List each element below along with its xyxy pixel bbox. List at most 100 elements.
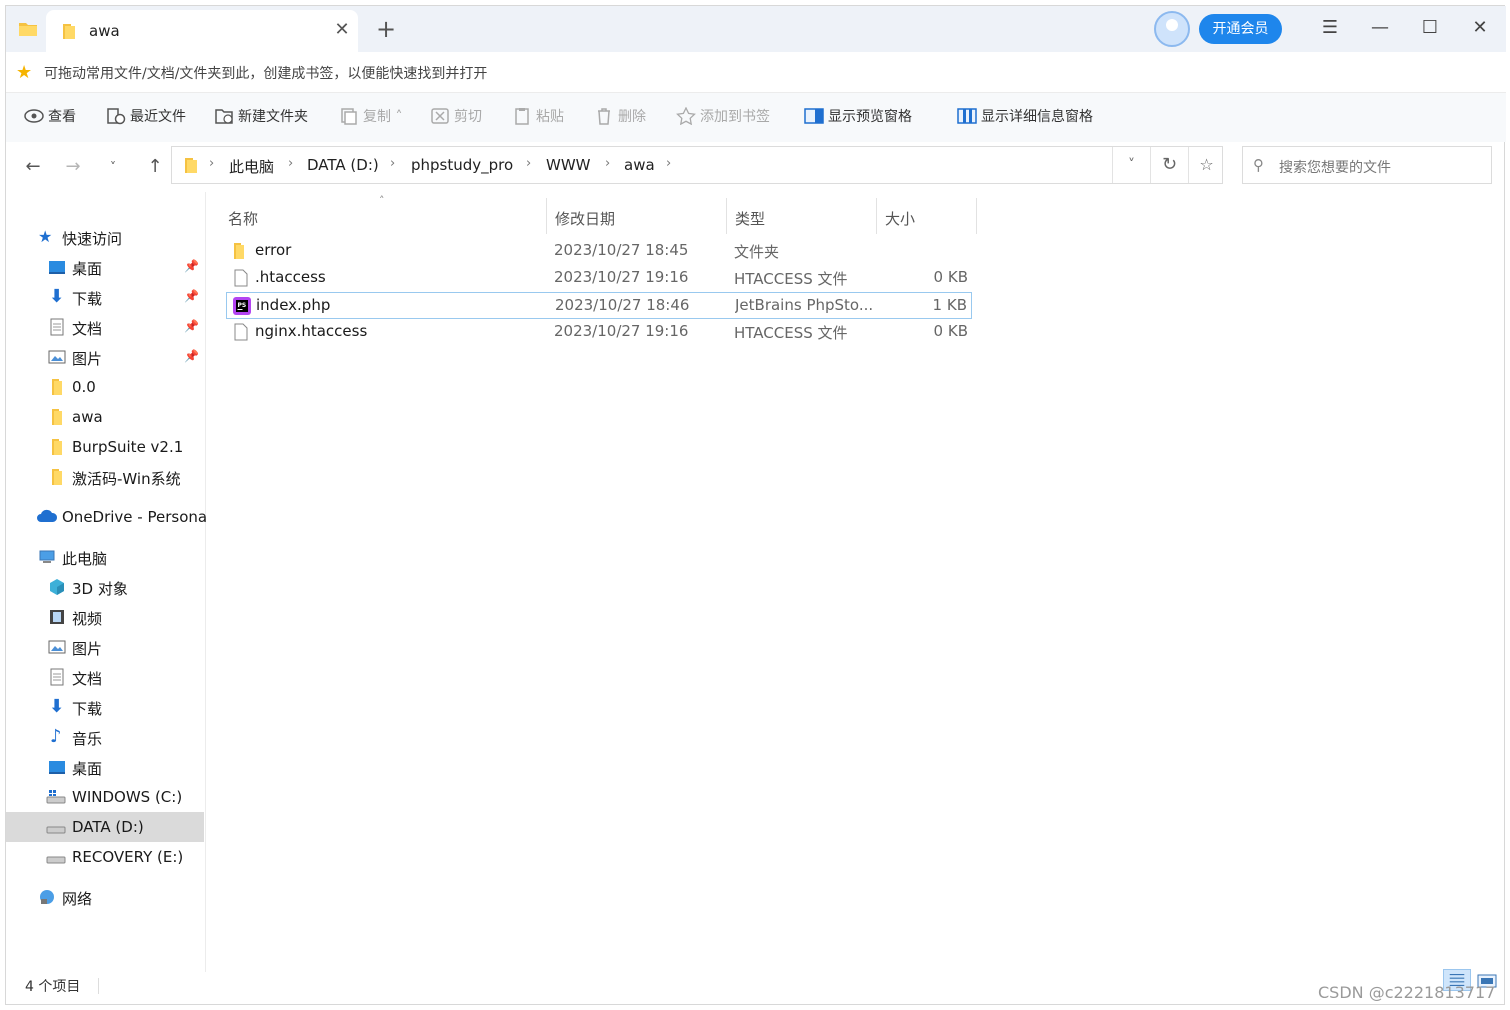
minimize-button[interactable]: —	[1364, 14, 1396, 42]
system-drive-icon	[46, 790, 66, 804]
sidebar-item-downloads[interactable]: ⬇ 下载 📌	[6, 282, 204, 312]
sidebar-item-music[interactable]: ♪ 音乐	[6, 722, 204, 752]
breadcrumb-phpstudy-pro[interactable]: phpstudy_pro	[411, 156, 513, 174]
sidebar-item-drive-c[interactable]: WINDOWS (C:)	[6, 782, 204, 812]
sidebar-item-onedrive[interactable]: OneDrive - Persona	[6, 502, 208, 532]
tab-awa[interactable]: awa ✕	[46, 10, 358, 52]
up-button[interactable]: ↑	[142, 154, 168, 180]
column-header-type[interactable]: 类型	[735, 202, 875, 236]
sidebar-item-this-pc[interactable]: 此电脑	[6, 542, 204, 572]
sidebar-item-folder[interactable]: 激活码-Win系统	[6, 462, 204, 492]
column-divider[interactable]	[546, 198, 547, 234]
cut-button[interactable]: 剪切	[430, 104, 482, 130]
column-header-name[interactable]: 名称	[228, 202, 546, 236]
file-row[interactable]: nginx.htaccess 2023/10/27 19:16 HTACCESS…	[226, 319, 972, 346]
paste-button[interactable]: 粘贴	[512, 104, 564, 130]
delete-button[interactable]: 删除	[594, 104, 646, 130]
sidebar-item-label: 0.0	[72, 378, 96, 396]
sidebar-item-desktop[interactable]: 桌面	[6, 752, 204, 782]
sidebar-item-desktop[interactable]: 桌面 📌	[6, 252, 204, 282]
breadcrumb-this-pc[interactable]: 此电脑	[229, 156, 274, 177]
download-arrow-icon: ⬇	[49, 286, 65, 307]
sidebar-item-label: 桌面	[72, 760, 103, 778]
copy-button[interactable]: 复制 ˄	[339, 104, 402, 130]
download-arrow-icon: ⬇	[49, 696, 65, 717]
search-icon: ⚲	[1253, 156, 1264, 174]
refresh-icon[interactable]: ↻	[1150, 147, 1188, 183]
file-row[interactable]: error 2023/10/27 18:45 文件夹	[226, 238, 972, 265]
forward-button[interactable]: →	[60, 154, 86, 180]
sidebar-item-documents[interactable]: 文档	[6, 662, 204, 692]
column-header-size[interactable]: 大小	[885, 202, 975, 236]
recent-files-button[interactable]: 最近文件	[106, 104, 186, 130]
sidebar-item-pictures[interactable]: 图片 📌	[6, 342, 204, 372]
breadcrumb-awa[interactable]: awa	[624, 156, 655, 174]
view-button[interactable]: 查看	[24, 104, 76, 130]
new-folder-icon	[215, 109, 233, 124]
menu-icon[interactable]: ☰	[1314, 14, 1346, 42]
sidebar-item-documents[interactable]: 文档 📌	[6, 312, 204, 342]
add-bookmark-button[interactable]: 添加到书签	[676, 104, 770, 130]
search-box[interactable]: ⚲ 搜索您想要的文件	[1242, 146, 1492, 184]
file-type: 文件夹	[734, 243, 780, 261]
pictures-icon	[48, 350, 66, 364]
copy-icon	[341, 108, 357, 125]
folder-icon	[52, 439, 62, 455]
maximize-button[interactable]: ☐	[1414, 14, 1446, 42]
sidebar-item-videos[interactable]: 视频	[6, 602, 204, 632]
breadcrumb-data-d[interactable]: DATA (D:)	[307, 156, 379, 174]
sidebar-item-folder[interactable]: 0.0	[6, 372, 204, 402]
file-icon	[234, 269, 248, 287]
sidebar-item-3d-objects[interactable]: 3D 对象	[6, 572, 204, 602]
title-bar: awa ✕ + 开通会员 ☰ — ☐ ✕	[6, 6, 1506, 52]
sidebar-item-folder[interactable]: BurpSuite v2.1	[6, 432, 204, 462]
sidebar-item-drive-e[interactable]: RECOVERY (E:)	[6, 842, 204, 872]
vip-button[interactable]: 开通会员	[1199, 14, 1282, 44]
file-row[interactable]: .htaccess 2023/10/27 19:16 HTACCESS 文件 0…	[226, 265, 972, 292]
address-dropdown-icon[interactable]: ˅	[1112, 147, 1150, 183]
file-row-selected[interactable]: PS index.php 2023/10/27 18:46 JetBrains …	[226, 292, 972, 319]
desktop-icon	[49, 261, 65, 274]
tab-title: awa	[89, 22, 120, 40]
sidebar-item-downloads[interactable]: ⬇ 下载	[6, 692, 204, 722]
pin-icon: 📌	[184, 289, 199, 303]
bookmark-add-icon[interactable]: ☆	[1188, 147, 1224, 183]
new-folder-button[interactable]: 新建文件夹	[214, 104, 308, 130]
user-avatar[interactable]	[1154, 11, 1190, 47]
details-pane-button[interactable]: 显示详细信息窗格	[957, 104, 1093, 130]
column-divider[interactable]	[876, 198, 877, 234]
sidebar-item-folder[interactable]: awa	[6, 402, 204, 432]
column-divider[interactable]	[726, 198, 727, 234]
file-name: error	[255, 241, 292, 259]
sidebar-quick-access[interactable]: ★ 快速访问	[6, 222, 204, 252]
delete-label: 删除	[618, 109, 646, 125]
navigation-pane: ★ 快速访问 桌面 📌 ⬇ 下载 📌 文档 📌 图片 📌 0.0 awa Bur…	[6, 192, 208, 972]
preview-pane-button[interactable]: 显示预览窗格	[804, 104, 912, 130]
sidebar-item-drive-d[interactable]: DATA (D:)	[6, 812, 204, 842]
tab-close-icon[interactable]: ✕	[332, 20, 352, 40]
back-button[interactable]: ←	[20, 154, 46, 180]
sidebar-item-label: OneDrive - Persona	[62, 508, 208, 526]
column-divider[interactable]	[976, 198, 977, 234]
sidebar-item-label: 网络	[62, 890, 93, 908]
new-tab-button[interactable]: +	[374, 16, 398, 42]
cube-icon	[50, 579, 64, 595]
column-header-date[interactable]: 修改日期	[555, 202, 725, 236]
phpstorm-icon: PS	[233, 297, 251, 315]
folder-icon	[185, 158, 197, 173]
breadcrumb-www[interactable]: WWW	[546, 156, 591, 174]
file-name: .htaccess	[255, 268, 326, 286]
details-pane-label: 显示详细信息窗格	[981, 109, 1093, 125]
network-icon	[40, 890, 54, 904]
address-bar[interactable]: › 此电脑 › DATA (D:) › phpstudy_pro › WWW ›…	[171, 146, 1223, 184]
history-dropdown-button[interactable]: ˅	[100, 154, 126, 180]
sidebar-item-pictures[interactable]: 图片	[6, 632, 204, 662]
pin-icon: 📌	[184, 259, 199, 273]
clipboard-icon	[515, 108, 529, 125]
sidebar-item-network[interactable]: 网络	[6, 882, 204, 912]
sidebar-item-label: 此电脑	[62, 550, 108, 568]
sidebar-item-label: 文档	[72, 320, 103, 338]
close-button[interactable]: ✕	[1464, 14, 1496, 42]
file-size: 0 KB	[933, 322, 968, 340]
pin-icon: 📌	[184, 349, 199, 363]
